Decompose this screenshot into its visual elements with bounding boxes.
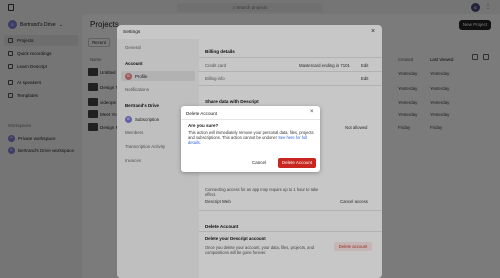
dialog-title: Delete Account	[186, 111, 217, 116]
dialog-body: This action will immediately remove your…	[188, 130, 314, 145]
delete-account-dialog: Delete Account × Are you sure? This acti…	[181, 106, 320, 172]
divider	[181, 119, 320, 120]
dialog-question: Are you sure?	[188, 123, 219, 128]
close-icon[interactable]: ×	[310, 109, 314, 115]
cancel-button[interactable]: Cancel	[248, 158, 270, 167]
confirm-delete-button[interactable]: Delete Account	[278, 158, 316, 168]
